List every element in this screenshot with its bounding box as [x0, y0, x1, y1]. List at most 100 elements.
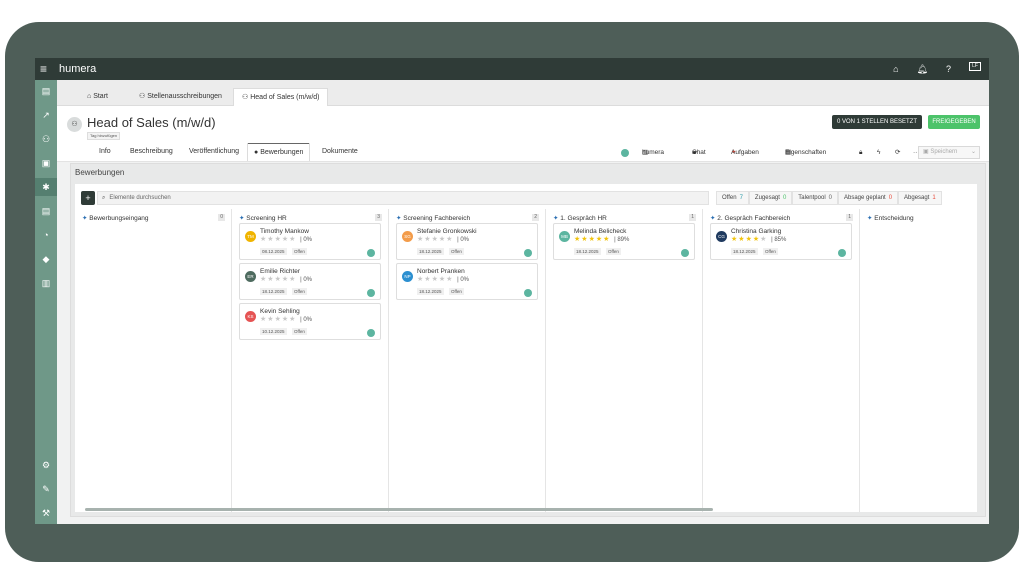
- tab-bewerbungen[interactable]: ● Bewerbungen: [247, 143, 311, 161]
- applicant-card[interactable]: NP Norbert Pranken ★★★★★ | 0% 18.12.2025 Off…: [396, 263, 538, 300]
- page-title: Head of Sales (m/w/d): [87, 115, 216, 130]
- status-badge: Offen: [292, 248, 307, 255]
- filter-label: Zugesagt: [754, 195, 780, 201]
- positions-filled-button[interactable]: 0 VON 1 STELLEN BESETZT: [832, 115, 922, 129]
- sidebar: ▤ ↗ ⚇ ▣ ✱ ▤ ◔ ◆ ▥ ⚙ ✎ ⚒: [35, 80, 57, 524]
- check-icon: [524, 249, 532, 257]
- column-title: ✦ Screening HR: [239, 215, 287, 222]
- recruiting-icon[interactable]: ✱: [35, 178, 57, 196]
- people-icon: ⚇: [242, 94, 251, 101]
- rating-stars: ★★★★★ | 85%: [731, 236, 787, 243]
- applicant-card[interactable]: TM Timothy Mankow ★★★★★ | 0% 08.12.2025 Offe…: [239, 223, 381, 260]
- application-date: 18.12.2025: [574, 248, 601, 255]
- briefcase-icon[interactable]: ▣: [35, 154, 57, 172]
- avatar: SG: [402, 231, 413, 242]
- applicant-name: Kevin Sehling: [260, 308, 300, 315]
- document-icon[interactable]: ▤: [35, 82, 57, 100]
- status-filters: Offen 7 Zugesagt 0 Talentpool 0 Absage geplant…: [716, 191, 942, 205]
- tab-stellenausschreibungen[interactable]: ⚇ Stellenausschreibungen: [131, 88, 230, 106]
- column-count: 0: [218, 214, 225, 221]
- match-percent: 0%: [303, 237, 312, 243]
- application-date: 18.12.2025: [417, 288, 444, 295]
- job-header: ⚇ Head of Sales (m/w/d) Tag hinzufügen 0…: [57, 106, 989, 162]
- refresh-icon[interactable]: ⟳: [895, 147, 900, 159]
- add-tag-button[interactable]: Tag hinzufügen: [87, 132, 121, 140]
- horizontal-scrollbar[interactable]: [85, 508, 713, 511]
- filter-chip[interactable]: Zugesagt 0: [748, 191, 793, 205]
- filter-chip[interactable]: Absage geplant 0: [838, 191, 899, 205]
- gear-icon[interactable]: ⚙: [35, 456, 57, 474]
- lock-icon[interactable]: 🔒︎: [859, 147, 862, 159]
- status-badge: Offen: [449, 288, 464, 295]
- match-percent: 0%: [460, 237, 469, 243]
- status-badge: Offen: [292, 328, 307, 335]
- bell-icon[interactable]: 🔔︎: [917, 62, 928, 76]
- filter-count: 1: [932, 195, 936, 201]
- tab-head-of-sales[interactable]: ⚇ Head of Sales (m/w/d): [233, 88, 329, 106]
- rating-stars: ★★★★★ | 0%: [260, 236, 312, 243]
- tools-icon[interactable]: ⚒: [35, 504, 57, 522]
- filter-count: 7: [739, 195, 743, 201]
- match-percent: 89%: [617, 237, 630, 243]
- panel-title: Bewerbungen: [75, 168, 125, 177]
- rating-stars: ★★★★★ | 0%: [260, 316, 312, 323]
- applicant-card[interactable]: CG Christina Garking ★★★★★ | 85% 18.12.2025…: [710, 223, 852, 260]
- tab-start[interactable]: ⌂ Start: [79, 88, 116, 106]
- tab-beschreibung[interactable]: Beschreibung: [124, 143, 179, 161]
- kanban-column: ✦ 2. Gespräch Fachbereich 1 CG Christina Ga…: [703, 209, 860, 512]
- people-icon[interactable]: ⚇: [35, 130, 57, 148]
- applicant-card[interactable]: ER Emilie Richter ★★★★★ | 0% 18.12.2025 Offe…: [239, 263, 381, 300]
- bolt-icon[interactable]: ϟ: [877, 147, 880, 159]
- tab-info[interactable]: Info: [93, 143, 117, 161]
- applicant-card[interactable]: KS Kevin Sehling ★★★★★ | 0% 10.12.2025 Offen: [239, 303, 381, 340]
- brush-icon[interactable]: ✎: [35, 480, 57, 498]
- filter-label: Offen: [722, 195, 737, 201]
- top-bar: ≡ humera ⌂ 🔔︎ ? LF: [35, 58, 989, 80]
- chevron-down-icon: ⌄: [970, 149, 976, 155]
- released-button[interactable]: FREIGEGEBEN: [928, 115, 980, 129]
- applicant-name: Emilie Richter: [260, 268, 301, 275]
- status-badge: Offen: [292, 288, 307, 295]
- help-icon[interactable]: ?: [946, 62, 951, 76]
- rating-stars: ★★★★★ | 0%: [417, 276, 469, 283]
- filter-chip[interactable]: Talentpool 0: [792, 191, 838, 205]
- applications-panel: Bewerbungen + ⌕ Elemente durchsuchen Offe…: [70, 163, 986, 517]
- hamburger-menu-icon[interactable]: ≡: [40, 62, 47, 76]
- tab-veroeffentlichung[interactable]: Veröffentlichung: [183, 143, 245, 161]
- rating-stars: ★★★★★ | 0%: [260, 276, 312, 283]
- rating-stars: ★★★★★ | 89%: [574, 236, 630, 243]
- user-icon[interactable]: LF: [969, 62, 981, 71]
- chart-icon[interactable]: ▥: [35, 274, 57, 292]
- filter-count: 0: [888, 195, 893, 201]
- column-title: ✦ Bewerbungseingang: [82, 215, 149, 222]
- column-title: ✦ Entscheidung: [867, 215, 914, 222]
- applicant-card[interactable]: SG Stefanie Gronkowski ★★★★★ | 0% 18.12.202…: [396, 223, 538, 260]
- column-count: 2: [532, 214, 539, 221]
- status-badge: Offen: [763, 248, 778, 255]
- home-icon[interactable]: ⌂: [893, 62, 898, 76]
- add-button[interactable]: +: [81, 191, 95, 205]
- status-check-icon: [621, 149, 629, 157]
- column-title: ✦ Screening Fachbereich: [396, 215, 471, 222]
- filter-label: Absage geplant: [844, 195, 886, 201]
- kanban-column: ✦ Bewerbungseingang 0: [75, 209, 232, 512]
- applicant-card[interactable]: MB Melinda Belicheck ★★★★★ | 89% 18.12.2025…: [553, 223, 695, 260]
- save-select[interactable]: ▣ Speichern ⌄: [918, 146, 980, 159]
- filter-chip[interactable]: Abgesagt 1: [898, 191, 942, 205]
- filter-chip[interactable]: Offen 7: [716, 191, 749, 205]
- tab-dokumente[interactable]: Dokumente: [316, 143, 364, 161]
- gauge-icon[interactable]: ◔: [35, 226, 57, 244]
- education-icon[interactable]: ◆: [35, 250, 57, 268]
- search-input[interactable]: ⌕ Elemente durchsuchen: [97, 191, 709, 205]
- match-percent: 0%: [303, 277, 312, 283]
- column-count: 3: [375, 214, 382, 221]
- applicant-name: Stefanie Gronkowski: [417, 228, 477, 235]
- trend-icon[interactable]: ↗: [35, 106, 57, 124]
- check-icon: [681, 249, 689, 257]
- avatar: NP: [402, 271, 413, 282]
- kanban-column: ✦ Entscheidung: [860, 209, 989, 512]
- application-date: 18.12.2025: [417, 248, 444, 255]
- application-date: 18.12.2025: [260, 288, 287, 295]
- file-icon[interactable]: ▤: [35, 202, 57, 220]
- filter-count: 0: [782, 195, 787, 201]
